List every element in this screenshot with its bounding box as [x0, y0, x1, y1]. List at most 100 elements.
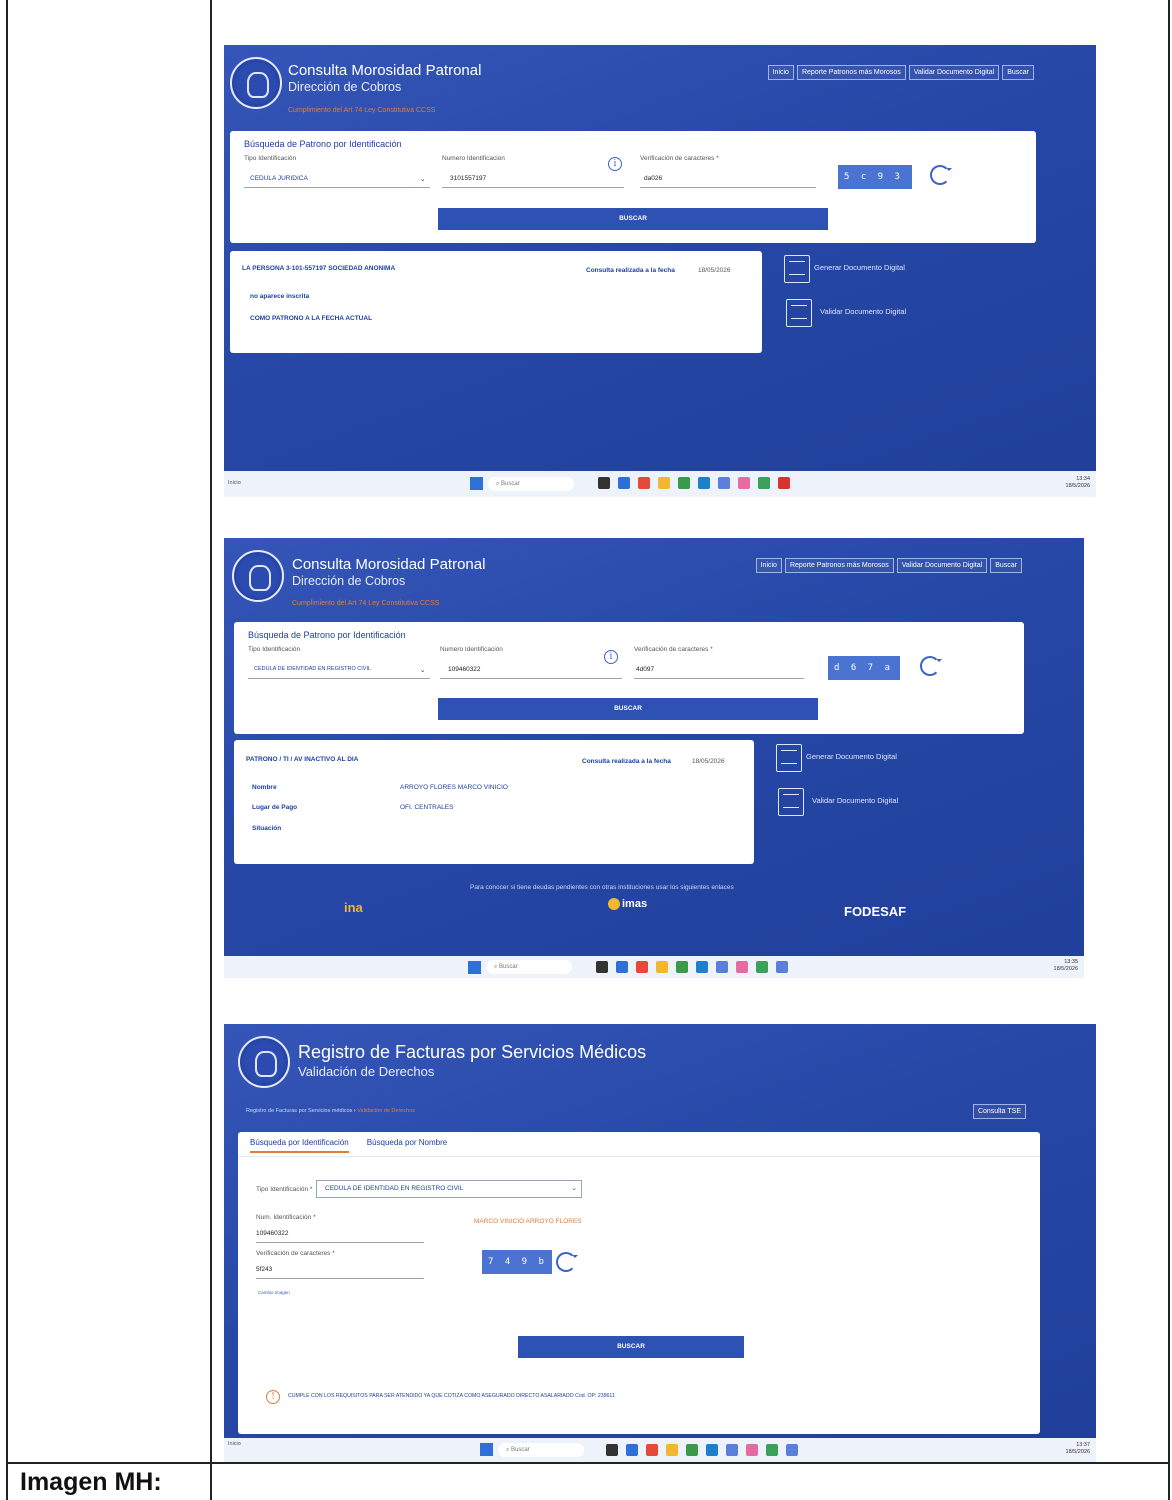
taskbar-search-label: Buscar [501, 481, 520, 487]
validar-documento-link[interactable]: Validar Documento Digital [820, 307, 906, 316]
nav-buscar[interactable]: Buscar [1002, 65, 1034, 80]
app-icon[interactable] [778, 477, 790, 489]
refresh-captcha-icon[interactable] [556, 1252, 578, 1272]
explorer-icon[interactable] [606, 1444, 618, 1456]
nav-buscar[interactable]: Buscar [990, 558, 1022, 573]
edge-icon[interactable] [698, 477, 710, 489]
table-column-divider [210, 0, 212, 1500]
cambio-imagen-link[interactable]: Cambio Imagen [258, 1290, 290, 1295]
fodesaf-logo[interactable]: FODESAF [844, 904, 906, 919]
validar-documento-icon[interactable] [778, 788, 804, 816]
info-icon[interactable]: i [604, 650, 618, 664]
folder-icon[interactable] [658, 477, 670, 489]
app-icon[interactable] [686, 1444, 698, 1456]
app-icon[interactable] [776, 961, 788, 973]
taskbar-search-label: Buscar [511, 1447, 530, 1453]
consulta-tse-button[interactable]: Consulta TSE [972, 1104, 1026, 1119]
captcha-image: d 6 7 a e [828, 656, 900, 697]
nav-reporte-patronos[interactable]: Reporte Patronos más Morosos [796, 65, 906, 80]
chevron-down-icon: ⌄ [420, 667, 426, 674]
search-card-title: Búsqueda de Patrono por Identificación [244, 139, 402, 149]
chrome-icon[interactable] [636, 961, 648, 973]
refresh-captcha-icon[interactable] [930, 165, 952, 185]
lugar-label: Lugar de Pago [252, 804, 298, 811]
clock-date: 18/5/2026 [1053, 966, 1078, 972]
numero-input[interactable]: 3101557197 [450, 175, 486, 182]
app-subtitle: Validación de Derechos [298, 1064, 435, 1079]
folder-icon[interactable] [666, 1444, 678, 1456]
tipo-label: Tipo Identificación [244, 155, 297, 162]
refresh-captcha-icon[interactable] [920, 656, 942, 676]
info-icon[interactable]: i [608, 157, 622, 171]
buscar-button[interactable]: BUSCAR [518, 1336, 744, 1358]
app-icon[interactable] [718, 477, 730, 489]
folder-icon[interactable] [656, 961, 668, 973]
app-icon[interactable] [746, 1444, 758, 1456]
nav-validar-documento[interactable]: Validar Documento Digital [908, 65, 1000, 80]
app-icon[interactable] [736, 961, 748, 973]
clock-time: 13:34 [1076, 476, 1090, 482]
nav-validar-documento[interactable]: Validar Documento Digital [896, 558, 988, 573]
nav-inicio[interactable]: Inicio [767, 65, 794, 80]
app-icon[interactable] [716, 961, 728, 973]
generar-documento-link[interactable]: Generar Documento Digital [814, 263, 905, 272]
verif-input[interactable]: 4d097 [636, 666, 654, 673]
app-icon[interactable] [738, 477, 750, 489]
chrome-icon[interactable] [638, 477, 650, 489]
breadcrumb-item-validacion[interactable]: Validación de Derechos [357, 1108, 415, 1114]
breadcrumb-item-registro[interactable]: Registro de Facturas por Servicios médic… [246, 1108, 352, 1114]
validar-documento-link[interactable]: Validar Documento Digital [812, 796, 898, 805]
clock-date: 18/5/2026 [1065, 483, 1090, 489]
tabs-underline [238, 1156, 1040, 1157]
nav-inicio[interactable]: Inicio [755, 558, 782, 573]
numero-input[interactable]: 109460322 [448, 666, 481, 673]
app-icon[interactable] [786, 1444, 798, 1456]
verif-input[interactable]: 5f243 [256, 1266, 272, 1273]
taskbar-search[interactable]: ⌕ Buscar [498, 1443, 584, 1457]
app-icon[interactable] [758, 477, 770, 489]
explorer-icon[interactable] [598, 477, 610, 489]
explorer-icon[interactable] [596, 961, 608, 973]
app-icon[interactable] [756, 961, 768, 973]
app-icon[interactable] [726, 1444, 738, 1456]
buscar-button[interactable]: BUSCAR [438, 698, 818, 720]
app-icon[interactable] [678, 477, 690, 489]
app-icon[interactable] [626, 1444, 638, 1456]
taskbar-clock: 13:37 18/5/2026 [1066, 1442, 1090, 1456]
taskbar-search[interactable]: ⌕ Buscar [488, 477, 574, 491]
imas-logo[interactable]: imas [608, 898, 647, 911]
tab-busqueda-identificacion[interactable]: Búsqueda por Identificación [250, 1138, 349, 1153]
windows-start-icon[interactable] [470, 477, 483, 490]
app-subtitle: Dirección de Cobros [288, 80, 402, 94]
tipo-select[interactable]: CEDULA DE IDENTIDAD EN REGISTRO CIVIL ⌄ [316, 1180, 582, 1198]
name-result: MARCO VINICIO ARROYO FLORES [474, 1218, 582, 1225]
ina-logo[interactable]: ina [344, 900, 363, 915]
taskbar-search[interactable]: ⌕ Buscar [486, 960, 572, 974]
edge-icon[interactable] [706, 1444, 718, 1456]
windows-start-icon[interactable] [468, 961, 481, 974]
buscar-button[interactable]: BUSCAR [438, 208, 828, 230]
tipo-select[interactable]: CEDULA JURIDICA [250, 175, 308, 182]
num-label: Num. Identificación * [256, 1214, 316, 1221]
numero-label: Numero Identificacion [442, 155, 505, 162]
tab-busqueda-nombre[interactable]: Búsqueda por Nombre [367, 1138, 448, 1153]
app-icon[interactable] [766, 1444, 778, 1456]
app-icon[interactable] [616, 961, 628, 973]
generar-documento-icon[interactable] [784, 255, 810, 283]
chrome-icon[interactable] [646, 1444, 658, 1456]
verif-input[interactable]: da026 [644, 175, 662, 182]
generar-documento-icon[interactable] [776, 744, 802, 772]
chevron-down-icon: ⌄ [420, 176, 426, 183]
tipo-label: Tipo Identificación * [256, 1186, 313, 1193]
app-icon[interactable] [618, 477, 630, 489]
edge-icon[interactable] [696, 961, 708, 973]
tipo-select[interactable]: CEDULA DE IDENTIDAD EN REGISTRO CIVIL [254, 666, 371, 672]
validar-documento-icon[interactable] [786, 299, 812, 327]
num-input[interactable]: 109460322 [256, 1230, 289, 1237]
app-header: Registro de Facturas por Servicios Médic… [224, 1024, 1096, 1104]
windows-start-icon[interactable] [480, 1443, 493, 1456]
app-icon[interactable] [676, 961, 688, 973]
generar-documento-link[interactable]: Generar Documento Digital [806, 752, 897, 761]
nav-reporte-patronos[interactable]: Reporte Patronos más Morosos [784, 558, 894, 573]
warning-text: CUMPLE CON LOS REQUISITOS PARA SER ATEND… [288, 1393, 615, 1399]
